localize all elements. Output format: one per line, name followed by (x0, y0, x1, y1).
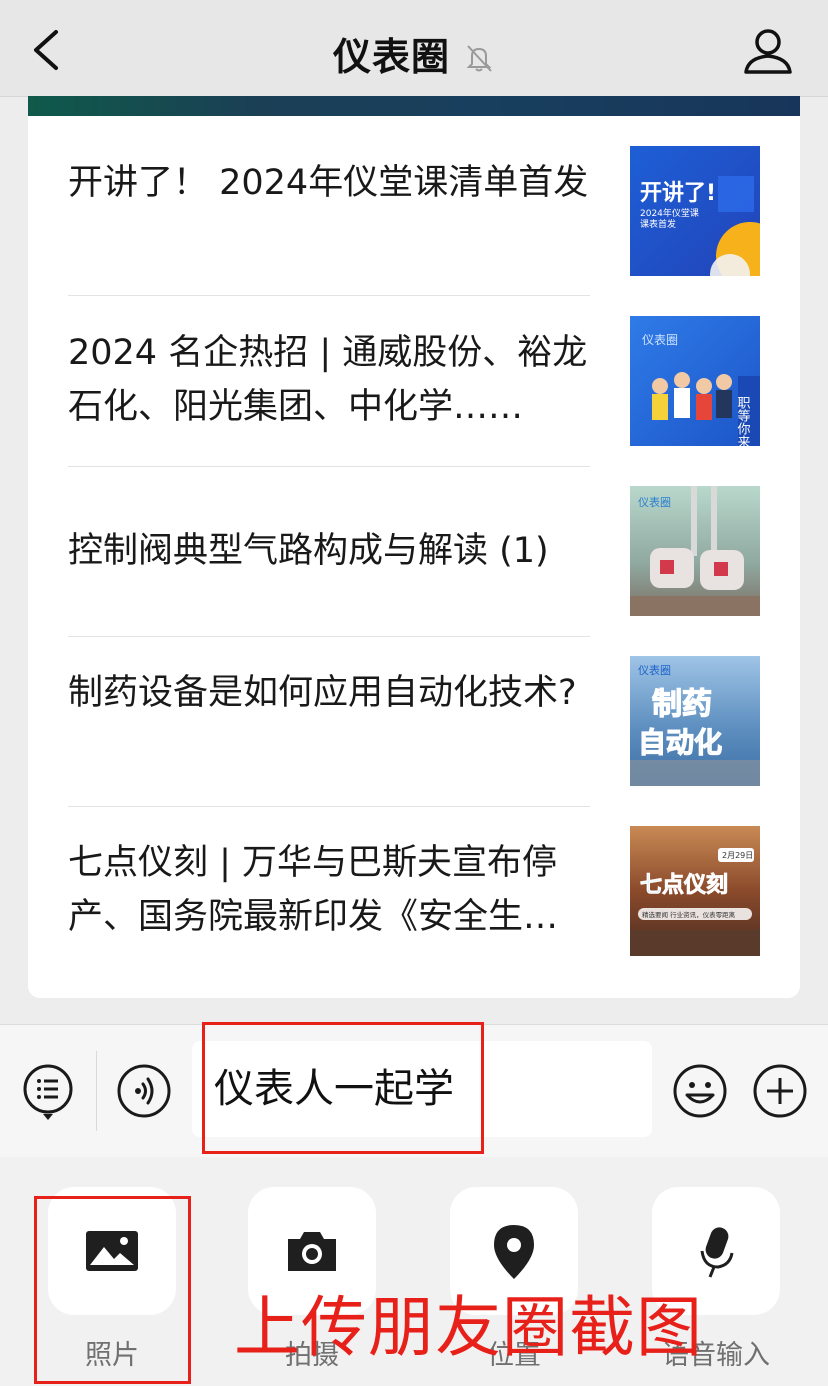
article-item-4[interactable]: 制药设备是如何应用自动化技术? 仪表圈 制药 自动化 (68, 646, 760, 816)
annotation-box-photo (34, 1196, 191, 1384)
separator (96, 1051, 97, 1131)
thumb-text: 开讲了! (640, 181, 716, 206)
article-item-2[interactable]: 2024 名企热招 | 通威股份、裕龙石化、阳光集团、中化学…… 仪表圈 职等你… (68, 306, 760, 476)
thumb-text: 职等你来 (735, 396, 751, 446)
thumb-text: 课表首发 (640, 218, 676, 230)
thumb-text: 2月29日 (722, 851, 753, 860)
article-title: 2024 名企热招 | 通威股份、裕龙石化、阳光集团、中化学…… (68, 333, 588, 427)
divider (68, 466, 590, 467)
voice-icon[interactable] (116, 1063, 172, 1119)
divider (68, 806, 590, 807)
article-thumbnail: 开讲了! 2024年仪堂课 课表首发 (630, 146, 760, 276)
thumb-text: 仪表圈 (638, 663, 671, 677)
article-card: 开讲了！ 2024年仪堂课清单首发 开讲了! 2024年仪堂课 课表首发 202… (28, 96, 800, 998)
camera-icon (288, 1232, 336, 1271)
thumb-text: 仪表圈 (642, 333, 678, 347)
plus-icon[interactable] (752, 1063, 808, 1119)
article-thumbnail: 2月29日 七点仪刻 精选要闻 行业资讯，仪表零距离 (630, 826, 760, 956)
article-title: 控制阀典型气路构成与解读 (1) (68, 531, 549, 571)
thumb-text: 精选要闻 行业资讯，仪表零距离 (642, 910, 736, 919)
microphone-icon (700, 1227, 734, 1278)
article-item-3[interactable]: 控制阀典型气路构成与解读 (1) 仪表圈 (68, 476, 760, 646)
location-pin-icon (494, 1225, 534, 1279)
article-thumbnail: 仪表圈 制药 自动化 (630, 656, 760, 786)
annotation-caption: 上传朋友圈截图 (234, 1289, 703, 1366)
chat-title: 仪表圈 (332, 35, 450, 79)
bell-off-icon (466, 45, 492, 72)
article-title: 七点仪刻 | 万华与巴斯夫宣布停产、国务院最新印发《安全生… (68, 843, 559, 937)
thumb-text: 制药 (652, 687, 712, 722)
thumb-text: 2024年仪堂课 (640, 207, 699, 219)
thumb-text: 七点仪刻 (640, 872, 728, 898)
annotation-box-input (202, 1022, 484, 1154)
article-title: 制药设备是如何应用自动化技术? (68, 673, 577, 713)
list-menu-icon[interactable] (22, 1063, 74, 1121)
article-item-1[interactable]: 开讲了！ 2024年仪堂课清单首发 开讲了! 2024年仪堂课 课表首发 (68, 136, 760, 306)
divider (68, 295, 590, 296)
article-title: 开讲了！ 2024年仪堂课清单首发 (68, 163, 589, 203)
article-item-5[interactable]: 七点仪刻 | 万华与巴斯夫宣布停产、国务院最新印发《安全生… 2月29日 七点仪… (68, 816, 760, 986)
emoji-icon[interactable] (672, 1063, 728, 1119)
thumb-text: 自动化 (638, 726, 722, 759)
person-icon[interactable] (742, 26, 794, 76)
article-thumbnail: 仪表圈 职等你来 (630, 316, 760, 446)
thumb-text: 仪表圈 (638, 495, 671, 509)
article-thumbnail: 仪表圈 (630, 486, 760, 616)
chat-header: 仪表圈 (0, 0, 828, 97)
cover-banner-bottom[interactable] (28, 96, 800, 116)
divider (68, 636, 590, 637)
